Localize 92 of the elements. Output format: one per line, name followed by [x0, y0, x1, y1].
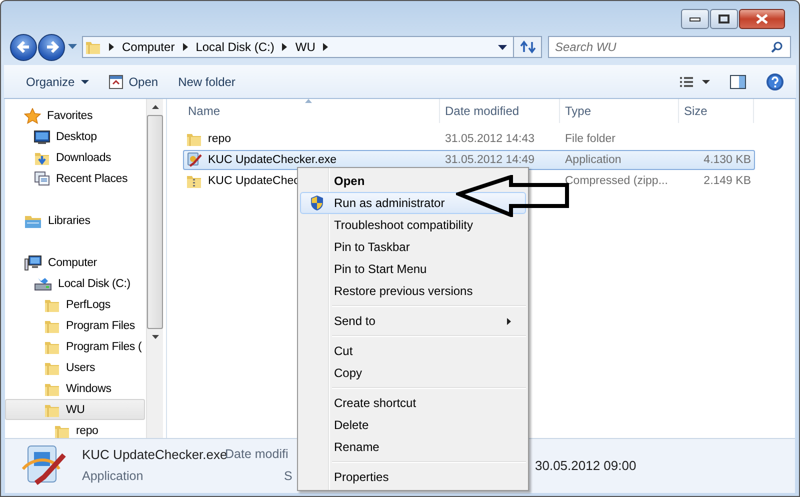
detail-label: Date modifi: [225, 447, 288, 461]
table-cell: 2.149 KB: [704, 175, 751, 187]
tree-item[interactable]: Computer: [5, 252, 145, 273]
address-bar[interactable]: Computer Local Disk (C:) WU: [82, 36, 514, 58]
submenu-arrow-icon: [507, 318, 511, 325]
table-cell: 31.05.2012 14:49: [445, 154, 535, 166]
selected-row[interactable]: KUC UpdateChecker.exe 31.05.2012 14:49 Application 4.130 KB: [183, 150, 755, 170]
table-cell: KUC UpdateChec: [208, 175, 300, 187]
menu-item[interactable]: Copy: [300, 362, 526, 384]
computer-icon: [24, 254, 42, 270]
detail-label: S: [284, 469, 292, 485]
table-cell: 31.05.2012 14:43: [445, 133, 535, 145]
menu-item[interactable]: Restore previous versions: [300, 280, 526, 302]
dropdown-arrow-icon[interactable]: [498, 44, 507, 50]
chevron-icon[interactable]: [282, 43, 288, 51]
close-button[interactable]: [739, 9, 785, 29]
file-name: KUC UpdateChecker.exe: [82, 447, 228, 463]
forward-arrow-icon: [44, 40, 58, 54]
menu-item[interactable]: Send to: [300, 310, 526, 332]
search-icon[interactable]: [771, 41, 783, 53]
menu-item[interactable]: Run as administrator: [300, 192, 526, 214]
help-icon[interactable]: [766, 72, 784, 90]
search-field[interactable]: Search WU: [548, 36, 791, 58]
menu-item[interactable]: Delete: [300, 414, 526, 436]
tree-item[interactable]: Windows: [5, 378, 145, 399]
breadcrumb[interactable]: WU: [295, 40, 316, 54]
refresh-button[interactable]: [514, 36, 542, 58]
chevron-icon[interactable]: [323, 43, 328, 51]
menu-item[interactable]: Rename: [300, 436, 526, 458]
table-cell: repo: [208, 133, 232, 145]
chevron-icon[interactable]: [109, 43, 114, 51]
view-options-icon[interactable]: [680, 76, 710, 86]
maximize-icon: [718, 14, 730, 24]
toolbar-button[interactable]: New folder: [170, 72, 244, 92]
zip-folder-icon: [186, 173, 202, 189]
tree-item[interactable]: Program Files (: [5, 336, 145, 357]
folder-icon: [186, 131, 202, 147]
tree-item[interactable]: repo: [5, 420, 145, 438]
menu-item[interactable]: Properties: [300, 466, 526, 488]
menu-item[interactable]: Open: [300, 170, 526, 192]
desktop-icon: [34, 130, 50, 144]
hard-drive-icon: [34, 276, 52, 292]
column-header[interactable]: Size: [679, 99, 754, 123]
scrollbar[interactable]: [146, 99, 163, 438]
menu-item[interactable]: Pin to Start Menu: [300, 258, 526, 280]
refresh-arrows-icon: [520, 40, 536, 54]
maximize-button[interactable]: [710, 9, 738, 29]
menu-item[interactable]: Troubleshoot compatibility: [300, 214, 526, 236]
column-header[interactable]: Date modified: [440, 99, 560, 123]
forward-button[interactable]: [38, 34, 65, 60]
tree-item[interactable]: Local Disk (C:): [5, 273, 145, 294]
star-icon: [24, 108, 41, 124]
folder-icon: [85, 39, 101, 55]
file-type: Application: [82, 469, 144, 485]
close-icon: [755, 14, 769, 24]
tree-item[interactable]: Users: [5, 357, 145, 378]
column-header[interactable]: Name: [183, 99, 440, 123]
menu-item[interactable]: Create shortcut: [300, 392, 526, 414]
caret-icon: [80, 80, 89, 84]
tree-item[interactable]: Downloads: [5, 147, 145, 168]
table-cell: Compressed (zipp...: [565, 175, 668, 187]
tree-item[interactable]: PerfLogs: [5, 294, 145, 315]
column-header[interactable]: Type: [560, 99, 679, 123]
scroll-up-icon[interactable]: [152, 105, 158, 109]
tree-item[interactable]: Program Files: [5, 315, 145, 336]
tree-item[interactable]: WU: [5, 399, 145, 420]
table-cell: 4.130 KB: [704, 154, 751, 166]
chevron-icon[interactable]: [182, 43, 188, 51]
toolbar-button[interactable]: Organize: [18, 72, 97, 92]
breadcrumb[interactable]: Local Disk (C:): [196, 40, 274, 54]
tree-item[interactable]: Desktop: [5, 126, 145, 147]
preview-pane-icon[interactable]: [730, 74, 746, 88]
breadcrumb[interactable]: Computer: [122, 40, 175, 54]
back-arrow-icon: [16, 40, 30, 54]
detail-value: 30.05.2012 09:00: [535, 458, 636, 474]
window-icon: [108, 74, 123, 88]
back-button[interactable]: [10, 34, 37, 60]
table-cell: KUC UpdateChecker.exe: [208, 154, 336, 166]
tree-item[interactable]: Favorites: [5, 105, 145, 126]
scroll-down-icon[interactable]: [152, 335, 158, 339]
tree-item[interactable]: Recent Places: [5, 168, 145, 189]
minimize-button[interactable]: [681, 9, 709, 29]
table-cell: File folder: [565, 133, 616, 145]
table-cell: Application: [565, 154, 622, 166]
menu-item[interactable]: Cut: [300, 340, 526, 362]
menu-item[interactable]: Pin to Taskbar: [300, 236, 526, 258]
minimize-icon: [689, 16, 701, 22]
toolbar-button[interactable]: Open: [100, 72, 166, 92]
application-icon: [186, 152, 202, 168]
tree-item[interactable]: Libraries: [5, 210, 145, 231]
recent-places-icon: [34, 170, 50, 186]
shield-icon: [310, 195, 324, 211]
